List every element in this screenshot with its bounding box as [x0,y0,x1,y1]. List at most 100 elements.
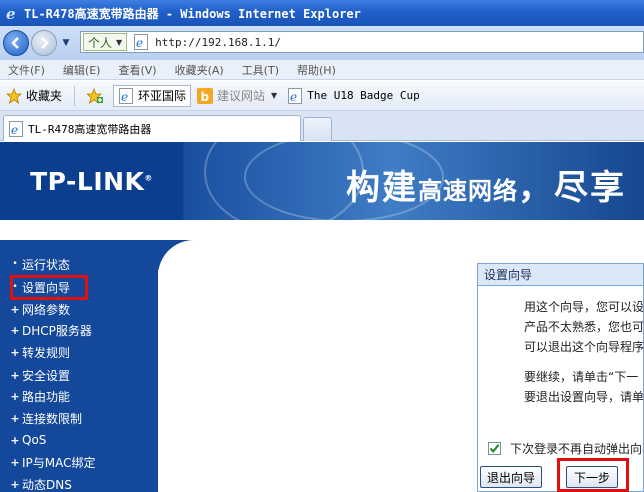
wizard-title: 设置向导 [478,264,643,286]
chevron-down-icon: ▼ [271,91,278,100]
menu-view[interactable]: 查看(V) [118,62,156,78]
slogan-mid: 高速网络 [418,177,518,205]
sidebar-item-label: 安全设置 [22,368,71,383]
sidebar-item-network[interactable]: + 网络参数 [10,299,70,319]
favorite-label: 环亚国际 [138,89,187,103]
no-popup-checkbox[interactable] [488,442,501,455]
page-ie-icon: e [133,34,149,50]
svg-text:e: e [290,90,297,104]
forward-arrow-icon [41,37,49,49]
slogan-end: ，尽享 [518,168,626,208]
wizard-text-line: 要继续，请单击“下一 [524,370,639,384]
sidebar-item-label: 运行状态 [22,257,71,272]
wizard-text-line: 可以退出这个向导程序 [524,340,643,354]
tab-router[interactable]: e TL-R478高速宽带路由器 [3,115,301,141]
slogan-big: 构建 [346,168,418,208]
sidebar-item-label: QoS [22,433,47,447]
highlight-box [10,275,88,300]
banner-slogan: 构建高速网络，尽享 [346,160,626,209]
ie-logo-icon: e [4,5,20,21]
wizard-text-line: 产品不太熟悉，您也可 [524,320,643,334]
url-text: http://192.168.1.1/ [155,35,282,49]
page-ie-icon: e [287,87,303,104]
sidebar-item-label: 转发规则 [22,345,71,360]
exit-wizard-button[interactable]: 退出向导 [480,466,542,488]
sidebar-item-label: 连接数限制 [22,411,83,426]
menu-favorites[interactable]: 收藏夹(A) [175,62,224,78]
sidebar-item-label: 路由功能 [22,389,71,404]
menu-help[interactable]: 帮助(H) [297,62,336,78]
bing-icon: b [197,87,214,104]
expand-icon: + [10,455,20,469]
zone-badge[interactable]: 个人 ▼ [83,33,128,51]
expand-icon: + [10,345,20,359]
favorite-item-huanya[interactable]: e 环亚国际 [113,84,192,107]
favorites-button[interactable]: 收藏夹 [2,85,66,107]
sidebar-item-security[interactable]: + 安全设置 [10,365,70,385]
svg-text:e: e [136,36,143,50]
favorite-item-suggested[interactable]: b 建议网站 ▼ [193,85,281,107]
favorites-bar: 收藏夹 e 环亚国际 b 建议网站 ▼ e The U18 Badge Cup [0,81,644,111]
sidebar-item-label: 动态DNS [22,477,72,492]
svg-text:e: e [11,123,18,137]
svg-text:b: b [201,90,210,104]
expand-icon: + [10,433,20,447]
history-dropdown-icon[interactable]: ▼ [60,36,72,50]
back-arrow-icon [11,37,19,49]
page-ie-icon: e [118,87,134,104]
tplink-logo: TP-LINK® [0,142,183,220]
sidebar-item-routing[interactable]: + 路由功能 [10,386,70,406]
sidebar-item-ip-mac-binding[interactable]: + IP与MAC绑定 [10,452,96,472]
tab-strip: e TL-R478高速宽带路由器 [0,111,644,141]
star-icon [6,87,22,104]
highlight-box [557,458,629,492]
tab-label: TL-R478高速宽带路由器 [28,122,152,136]
menu-edit[interactable]: 编辑(E) [63,62,101,78]
sidebar-item-ddns[interactable]: + 动态DNS [10,474,72,492]
favorite-label: The U18 Badge Cup [307,89,420,102]
navigation-bar: ▼ 个人 ▼ e http://192.168.1.1/ [0,26,644,60]
sidebar-item-forwarding[interactable]: + 转发规则 [10,342,70,362]
sidebar-item-status[interactable]: • 运行状态 [10,254,70,274]
window-title: TL-R478高速宽带路由器 - Windows Internet Explor… [24,6,361,21]
favorite-item-u18[interactable]: e The U18 Badge Cup [283,85,424,107]
expand-icon: + [10,389,20,403]
chevron-down-icon: ▼ [116,37,123,47]
add-favorite-button[interactable] [83,85,111,107]
favorite-label: 建议网站 [217,89,266,103]
logo-text: TP-LINK [30,166,145,196]
checkmark-icon [489,444,500,454]
forward-button[interactable] [31,30,57,56]
menu-bar: 文件(F) 编辑(E) 查看(V) 收藏夹(A) 工具(T) 帮助(H) [0,60,644,80]
favorites-label: 收藏夹 [26,89,63,103]
divider [74,85,76,106]
expand-icon: + [10,411,20,425]
expand-icon: + [10,368,20,382]
sidebar-item-dhcp[interactable]: + DHCP服务器 [10,320,92,340]
address-field[interactable]: 个人 ▼ e http://192.168.1.1/ [80,31,644,53]
router-banner: TP-LINK® 构建高速网络，尽享 [0,142,644,220]
checkbox-label: 下次登录不再自动弹出向导 [510,442,643,456]
sidebar-item-connection-limit[interactable]: + 连接数限制 [10,408,82,428]
sidebar-item-qos[interactable]: + QoS [10,430,46,450]
expand-icon: + [10,323,20,337]
registered-mark: ® [144,173,153,183]
add-favorite-icon [87,87,104,104]
sidebar-item-label: IP与MAC绑定 [22,455,96,470]
menu-tools[interactable]: 工具(T) [242,62,279,78]
menu-file[interactable]: 文件(F) [8,62,45,78]
window-titlebar: e TL-R478高速宽带路由器 - Windows Internet Expl… [0,0,644,26]
expand-icon: + [10,302,20,316]
sidebar-item-label: DHCP服务器 [22,323,92,338]
expand-icon: + [10,477,20,491]
zone-label: 个人 [88,35,113,50]
svg-text:e: e [121,90,128,104]
wizard-text-line: 要退出设置向导，请单 [524,390,643,404]
bullet-icon: • [12,259,18,269]
banner-slogan-area: 构建高速网络，尽享 [184,142,644,220]
back-button[interactable] [3,30,29,56]
sidebar-item-label: 网络参数 [22,302,71,317]
svg-text:e: e [6,5,16,21]
new-tab-button[interactable] [303,117,332,141]
page-ie-icon: e [8,120,24,137]
